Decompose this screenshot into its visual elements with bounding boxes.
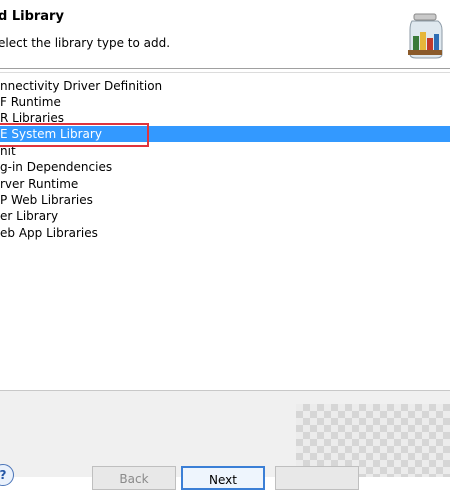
- next-button[interactable]: Next: [181, 466, 265, 490]
- list-item-label: nnectivity Driver Definition: [0, 79, 163, 93]
- list-item[interactable]: R Libraries: [0, 110, 450, 126]
- list-item-label: E System Library: [0, 127, 102, 141]
- list-item-label: R Libraries: [0, 111, 64, 125]
- library-books-jar-icon: [408, 13, 443, 59]
- dialog-description: elect the library type to add.: [0, 36, 171, 50]
- list-item[interactable]: P Web Libraries: [0, 192, 450, 208]
- list-item-label: nit: [0, 144, 16, 158]
- dialog-header: d Library elect the library type to add.: [0, 0, 450, 68]
- list-item-label: g-in Dependencies: [0, 160, 113, 174]
- list-item[interactable]: nit: [0, 143, 450, 159]
- list-item-label: F Runtime: [0, 95, 61, 109]
- list-item[interactable]: rver Runtime: [0, 176, 450, 192]
- header-separator: [0, 68, 450, 69]
- library-type-list[interactable]: nnectivity Driver Definition F Runtime R L…: [0, 72, 450, 391]
- list-item-label: eb App Libraries: [0, 226, 98, 240]
- list-item-label: rver Runtime: [0, 177, 79, 191]
- list-item[interactable]: F Runtime: [0, 94, 450, 110]
- dialog-title: d Library: [0, 9, 64, 24]
- list-item-label: er Library: [0, 209, 59, 223]
- finish-button[interactable]: [275, 466, 359, 490]
- back-button[interactable]: Back: [92, 466, 176, 490]
- list-item[interactable]: eb App Libraries: [0, 225, 450, 241]
- list-item[interactable]: E System Library: [0, 126, 450, 142]
- list-item-label: P Web Libraries: [0, 193, 93, 207]
- list-item[interactable]: g-in Dependencies: [0, 159, 450, 175]
- list-item[interactable]: er Library: [0, 208, 450, 224]
- list-item[interactable]: nnectivity Driver Definition: [0, 78, 450, 94]
